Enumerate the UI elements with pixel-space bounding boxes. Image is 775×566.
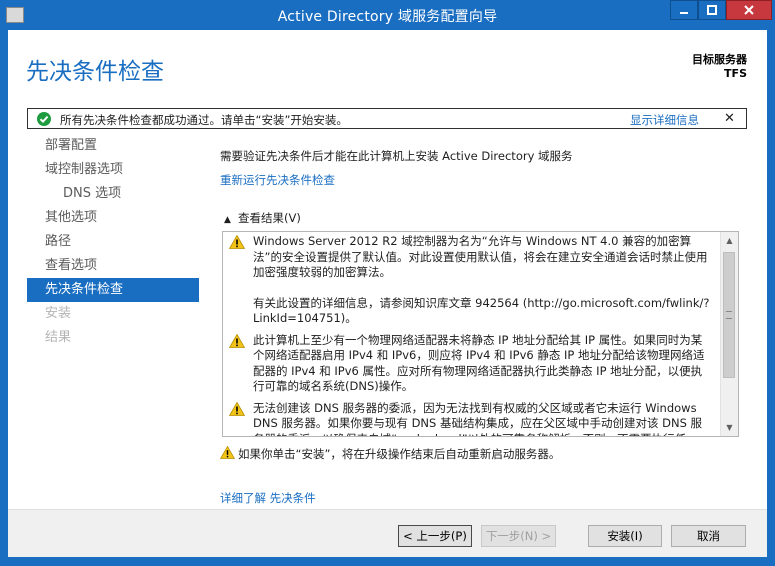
install-button[interactable]: 安装(I)	[588, 525, 662, 547]
result-text: 无法创建该 DNS 服务器的委派，因为无法找到有权威的父区域或者它未运行 Win…	[253, 400, 703, 437]
target-server-value: TFS	[724, 67, 747, 80]
scroll-up-icon[interactable]: ▲	[721, 232, 738, 249]
close-icon	[744, 5, 754, 15]
nav-item-dc-options[interactable]: 域控制器选项	[27, 158, 199, 182]
previous-button[interactable]: < 上一步(P)	[398, 525, 472, 547]
list-item: 此计算机上至少有一个物理网络适配器未将静态 IP 地址分配给其 IP 属性。如果…	[223, 333, 719, 395]
warning-icon	[228, 401, 246, 421]
target-server-label: 目标服务器	[692, 53, 747, 66]
maximize-icon	[707, 5, 717, 15]
nav-item-additional-options[interactable]: 其他选项	[27, 206, 199, 230]
dismiss-status-button[interactable]: ✕	[724, 111, 735, 126]
warning-icon	[228, 234, 246, 254]
nav-item-results: 结果	[45, 330, 72, 345]
nav-item-prerequisites-check[interactable]: 先决条件检查	[27, 278, 199, 302]
title-bar[interactable]: Active Directory 域服务配置向导	[0, 0, 775, 30]
page-title: 先决条件检查	[26, 59, 164, 85]
nav-item-installation: 安装	[45, 306, 72, 321]
nav-item-review-options[interactable]: 查看选项	[27, 254, 199, 278]
minimize-icon	[680, 12, 688, 14]
warning-icon	[228, 333, 246, 353]
scroll-thumb[interactable]	[723, 252, 735, 378]
scroll-down-icon[interactable]: ▼	[721, 419, 738, 436]
wizard-nav: 部署配置 域控制器选项 DNS 选项 其他选项 路径 查看选项 先决条件检查 安…	[27, 134, 199, 350]
lead-text: 需要验证先决条件后才能在此计算机上安装 Active Directory 域服务	[220, 149, 573, 163]
nav-item-dns-options[interactable]: DNS 选项	[27, 182, 199, 206]
results-panel[interactable]: Windows Server 2012 R2 域控制器为名为“允许与 Windo…	[222, 231, 739, 437]
results-scrollbar[interactable]: ▲ ▼	[720, 232, 738, 436]
chevron-up-icon: ▲	[224, 215, 231, 225]
restart-warning: 如果你单击“安装”，将在升级操作结束后自动重新启动服务器。	[219, 445, 561, 462]
status-message: 所有先决条件检查都成功通过。请单击“安装”开始安装。	[60, 113, 348, 127]
next-button: 下一步(N) >	[481, 525, 556, 547]
show-details-link[interactable]: 显示详细信息	[630, 112, 699, 128]
view-results-toggle[interactable]: ▲ 查看结果(V)	[224, 210, 301, 226]
results-list: Windows Server 2012 R2 域控制器为名为“允许与 Windo…	[223, 234, 719, 437]
result-text: Windows Server 2012 R2 域控制器为名为“允许与 Windo…	[253, 234, 708, 279]
button-bar: < 上一步(P) 下一步(N) > 安装(I) 取消	[8, 509, 767, 557]
view-results-label: 查看结果(V)	[238, 211, 301, 225]
list-item: 无法创建该 DNS 服务器的委派，因为无法找到有权威的父区域或者它未运行 Win…	[223, 400, 719, 437]
close-button[interactable]	[726, 0, 772, 20]
learn-more-link[interactable]: 详细了解 先决条件	[220, 490, 316, 506]
result-text-detail: 有关此设置的详细信息，请参阅知识库文章 942564 (http://go.mi…	[253, 295, 710, 326]
window-title: Active Directory 域服务配置向导	[277, 9, 498, 25]
result-text: 此计算机上至少有一个物理网络适配器未将静态 IP 地址分配给其 IP 属性。如果…	[253, 332, 705, 394]
target-server: 目标服务器 TFS	[692, 53, 747, 81]
cancel-button[interactable]: 取消	[671, 525, 746, 547]
restart-warning-text: 如果你单击“安装”，将在升级操作结束后自动重新启动服务器。	[238, 447, 561, 461]
list-item: Windows Server 2012 R2 域控制器为名为“允许与 Windo…	[223, 234, 719, 327]
nav-item-deployment-config[interactable]: 部署配置	[27, 134, 199, 158]
minimize-button[interactable]	[670, 0, 698, 20]
grip-icon	[726, 311, 732, 319]
status-notification: 所有先决条件检查都成功通过。请单击“安装”开始安装。 显示详细信息 ✕	[27, 108, 747, 129]
maximize-button[interactable]	[698, 0, 726, 20]
warning-icon	[219, 445, 236, 462]
nav-item-paths[interactable]: 路径	[27, 230, 199, 254]
wizard-body: 先决条件检查 目标服务器 TFS 所有先决条件检查都成功通过。请单击“安装”开始…	[8, 30, 767, 557]
success-check-icon	[37, 112, 51, 126]
rerun-prerequisites-link[interactable]: 重新运行先决条件检查	[220, 172, 335, 188]
